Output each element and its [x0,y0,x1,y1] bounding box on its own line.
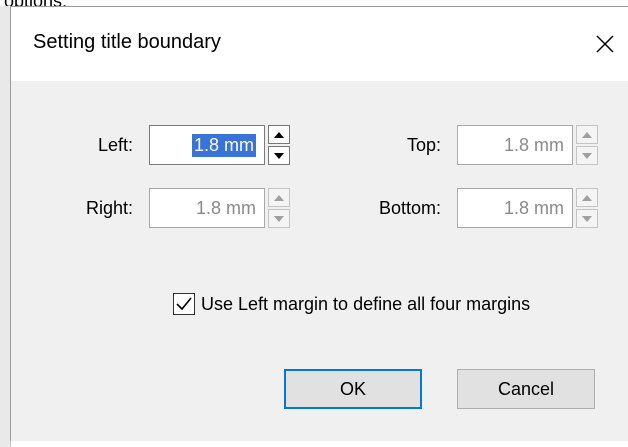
bottom-label: Bottom: [378,198,441,218]
right-label: Right: [85,198,133,218]
left-up-button[interactable] [268,125,290,144]
right-spinner: 1.8 mm [149,188,290,230]
top-up-button[interactable] [576,125,598,144]
top-input[interactable]: 1.8 mm [457,125,573,165]
arrow-down-icon [582,215,592,222]
close-button[interactable] [582,21,628,67]
left-label: Left: [97,135,133,155]
use-left-margin-label: Use Left margin to define all four margi… [201,293,531,314]
bottom-spinner: 1.8 mm [457,188,598,230]
use-left-margin-checkbox[interactable] [173,293,195,315]
right-input[interactable]: 1.8 mm [149,188,265,228]
top-spinner: 1.8 mm [457,125,598,167]
arrow-down-icon [274,215,284,222]
left-down-button[interactable] [268,146,290,165]
left-input[interactable]: 1.8 mm [149,125,265,165]
left-spinner: 1.8 mm [149,125,290,167]
arrow-up-icon [582,194,592,201]
arrow-up-icon [274,194,284,201]
right-down-button[interactable] [268,209,290,228]
dialog-title: Setting title boundary [33,31,221,53]
close-icon [596,35,614,53]
arrow-down-icon [274,152,284,159]
margin-dialog: Setting title boundary Left: 1.8 mm Top:… [10,6,628,441]
left-value: 1.8 mm [191,133,256,157]
bottom-down-button[interactable] [576,209,598,228]
top-label: Top: [406,135,441,155]
bottom-up-button[interactable] [576,188,598,207]
right-up-button[interactable] [268,188,290,207]
ok-button[interactable]: OK [284,369,422,409]
checkmark-icon [176,297,192,311]
arrow-up-icon [274,131,284,138]
use-left-margin-option[interactable]: Use Left margin to define all four margi… [173,293,530,315]
bottom-input[interactable]: 1.8 mm [457,188,573,228]
top-down-button[interactable] [576,146,598,165]
dialog-titlebar: Setting title boundary [11,7,628,81]
cancel-button[interactable]: Cancel [457,369,595,409]
arrow-down-icon [582,152,592,159]
arrow-up-icon [582,131,592,138]
